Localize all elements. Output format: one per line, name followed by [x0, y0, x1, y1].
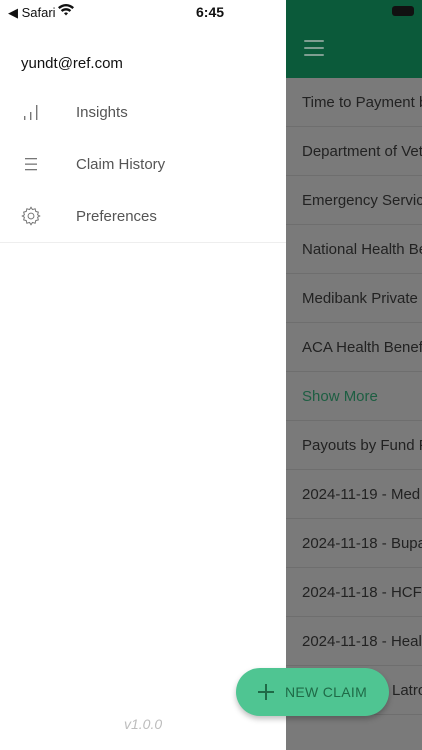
- battery-icon: [392, 6, 414, 16]
- list-item[interactable]: 2024-11-18 - Heal: [286, 617, 422, 666]
- status-bar: ◀ Safari 6:45: [0, 0, 286, 24]
- app-version: v1.0.0: [124, 716, 163, 732]
- insights-list: Time to Payment b Department of Vet Emer…: [286, 78, 422, 715]
- list-icon: [20, 153, 42, 175]
- back-to-safari-link[interactable]: ◀ Safari: [8, 5, 56, 21]
- status-time: 6:45: [196, 4, 225, 20]
- menu-label: Preferences: [76, 207, 157, 225]
- list-item[interactable]: 2024-11-18 - HCF: [286, 568, 422, 617]
- menu-label: Insights: [76, 103, 128, 121]
- menu-item-insights[interactable]: Insights: [0, 86, 286, 138]
- navigation-drawer: ◀ Safari 6:45 yundt@ref.com Insights Cla…: [0, 0, 286, 750]
- list-item[interactable]: Time to Payment b: [286, 78, 422, 127]
- list-item[interactable]: 2024-11-19 - Med: [286, 470, 422, 519]
- hamburger-menu-icon[interactable]: [304, 40, 324, 56]
- menu-label: Claim History: [76, 155, 166, 173]
- new-claim-label: NEW CLAIM: [285, 684, 368, 700]
- show-more-link[interactable]: Show More: [286, 372, 422, 421]
- list-item[interactable]: Medibank Private L: [286, 274, 422, 323]
- list-item[interactable]: Payouts by Fund P: [286, 421, 422, 470]
- list-item[interactable]: 2024-11-18 - Bupa: [286, 519, 422, 568]
- wifi-icon: [58, 4, 74, 16]
- list-item[interactable]: National Health Be: [286, 225, 422, 274]
- gear-icon: [20, 205, 42, 227]
- drawer-menu: Insights Claim History Preferences: [0, 86, 286, 243]
- list-item[interactable]: Emergency Service: [286, 176, 422, 225]
- list-item-text: Latro: [392, 681, 422, 699]
- user-email: yundt@ref.com: [21, 55, 123, 72]
- menu-item-claim-history[interactable]: Claim History: [0, 138, 286, 190]
- new-claim-button[interactable]: NEW CLAIM: [236, 668, 389, 716]
- list-item[interactable]: ACA Health Benefi: [286, 323, 422, 372]
- menu-item-preferences[interactable]: Preferences: [0, 190, 286, 242]
- bar-chart-icon: [20, 101, 42, 123]
- plus-icon: [258, 684, 274, 700]
- list-item[interactable]: Department of Vet: [286, 127, 422, 176]
